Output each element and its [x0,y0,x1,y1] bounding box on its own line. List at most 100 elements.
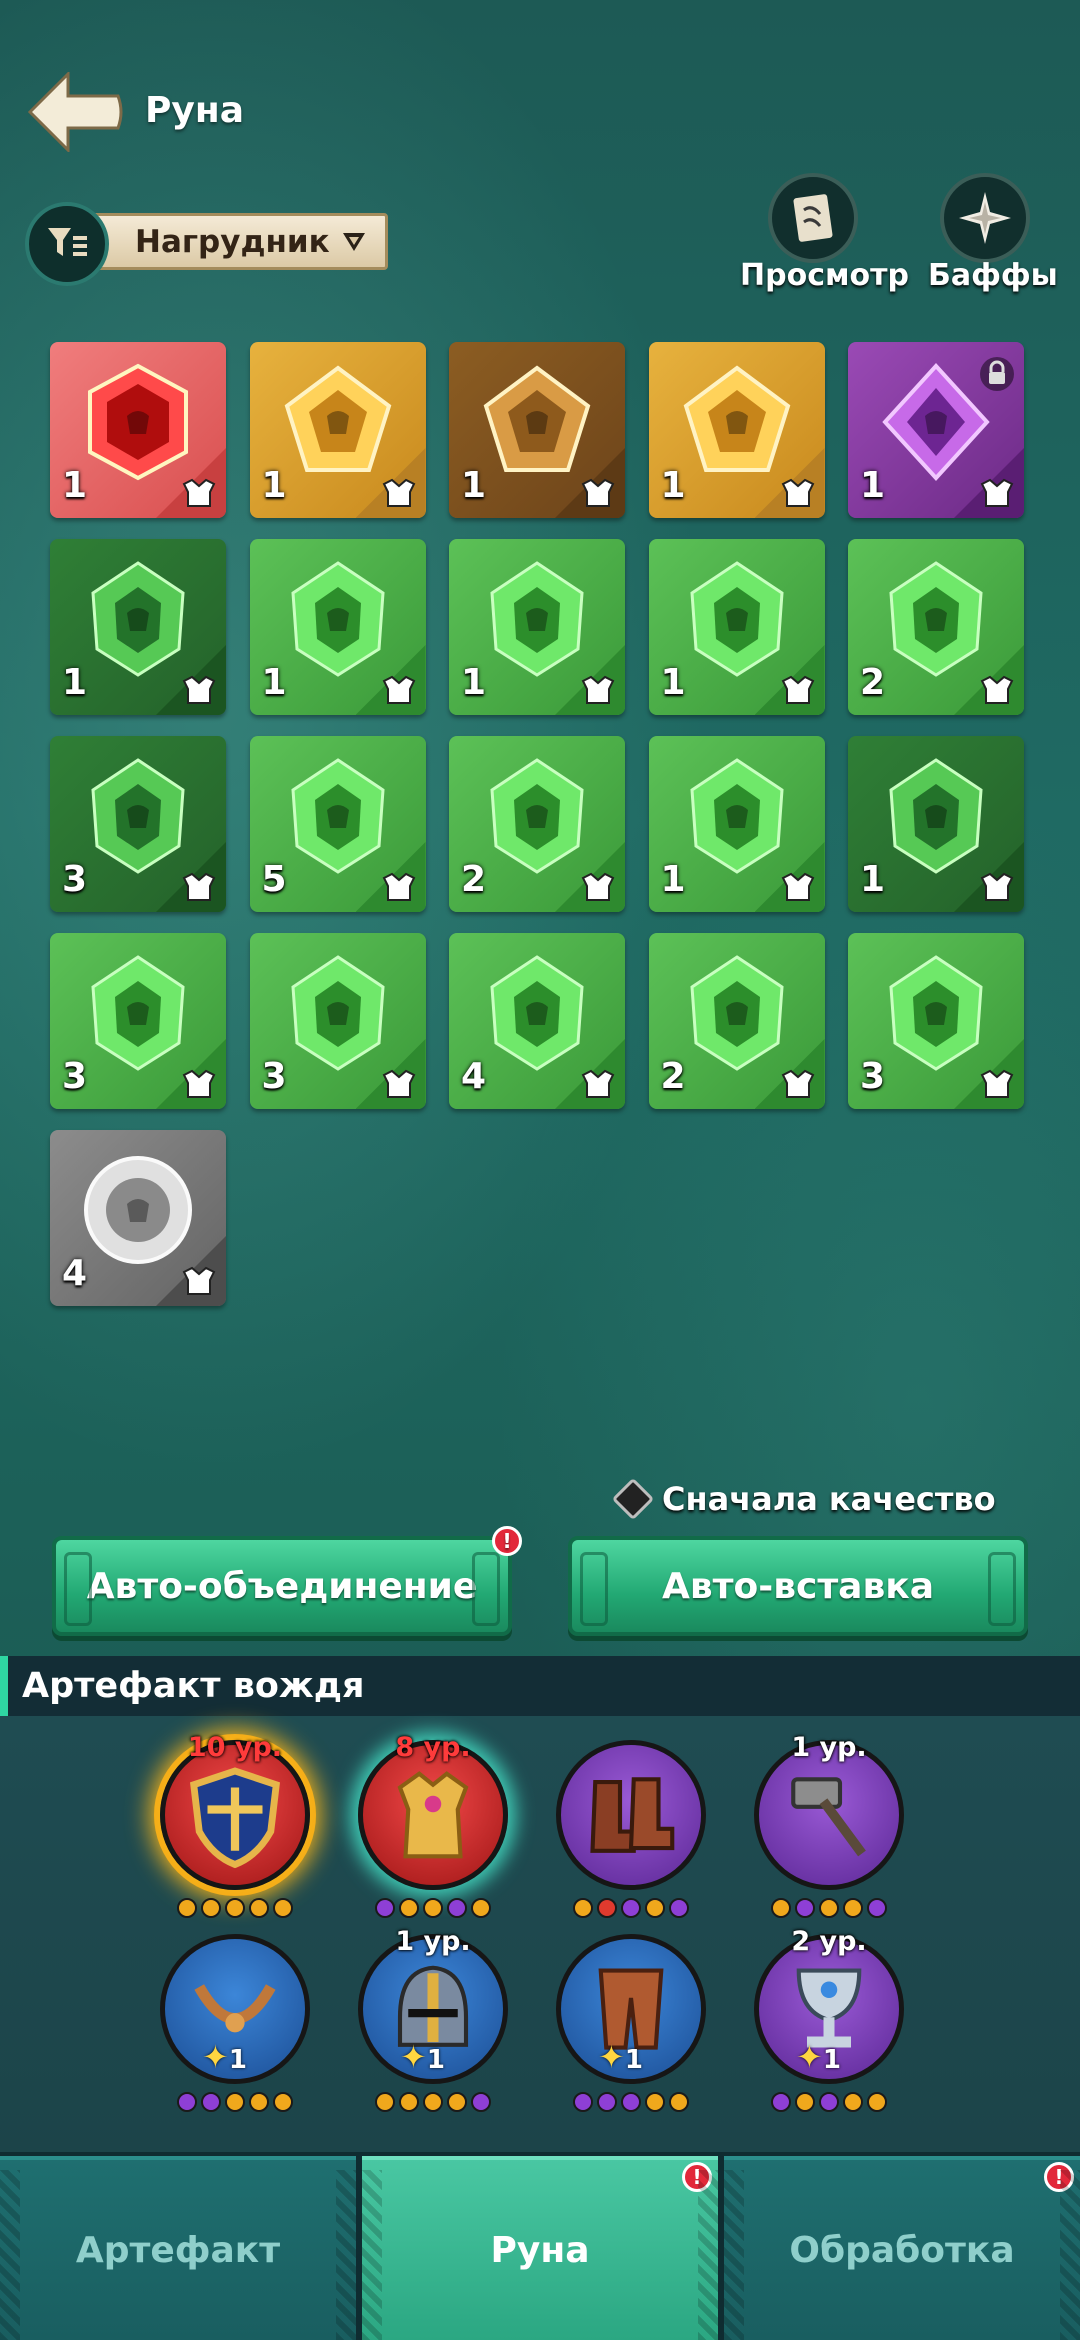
rune-slot[interactable]: 2 [449,736,625,912]
rune-slot[interactable]: 1 [648,342,825,518]
filter-icon[interactable] [25,202,109,286]
back-arrow-icon[interactable] [28,72,123,152]
chest-armor-icon [781,1069,814,1098]
rune-slot[interactable]: 3 [50,736,226,912]
chest-armor-icon [382,478,415,507]
rune-slot[interactable]: 1 [50,539,226,715]
rune-slot[interactable]: 1 [249,342,426,518]
chest-armor-icon [382,675,415,704]
rune-slot[interactable]: 1 [449,539,625,715]
star-icon: ✦ [796,2038,823,2076]
quality-dot [447,2092,467,2112]
scroll-card-icon [793,194,833,242]
rune-gem-icon [889,758,983,874]
rune-count: 1 [660,662,686,703]
rune-gem-icon [689,758,784,874]
chest-armor-icon [182,478,216,507]
rune-count: 2 [461,859,487,900]
quality-dot [471,1898,491,1918]
rune-gem-icon [689,955,784,1071]
quality-first-toggle[interactable]: Сначала качество [611,1477,996,1521]
rune-count: 3 [261,1056,287,1097]
rune-gem-icon [882,363,990,481]
rune-count: 1 [660,465,686,506]
quality-dot [177,1898,197,1918]
tab-label: Руна [490,2229,590,2271]
shield-artifact-icon [190,1767,280,1869]
quality-dot [669,2092,689,2112]
chest-armor-icon [382,872,415,901]
rune-gem-icon [490,955,584,1071]
auto-insert-label: Авто-вставка [662,1565,934,1607]
buffs-button[interactable] [940,173,1030,263]
rune-slot[interactable]: 1 [648,736,825,912]
quality-dot [375,1898,395,1918]
tab-rune[interactable]: Руна! [362,2156,718,2340]
star-count: ✦1 [202,2038,247,2076]
rune-slot[interactable]: 2 [848,539,1024,715]
rune-count: 1 [461,465,487,506]
rune-count: 1 [261,465,287,506]
rune-slot[interactable]: 3 [50,933,226,1109]
quality-dot [867,2092,887,2112]
rune-gem-icon [483,365,591,472]
quality-dot [795,2092,815,2112]
quality-dot [843,2092,863,2112]
rune-gem-icon [91,561,185,677]
rune-slot[interactable]: 3 [249,933,426,1109]
rune-slot[interactable]: 1 [848,342,1024,518]
rune-slot[interactable]: 1 [249,539,426,715]
chest-armor-icon [581,872,615,901]
boots-artifact-icon [590,1777,675,1853]
rune-gem-icon [91,955,185,1071]
quality-dot [573,1898,593,1918]
artifact-panel [0,1716,1080,2152]
quality-dot [573,2092,593,2112]
quality-dot [597,1898,617,1918]
star-count: ✦1 [400,2038,445,2076]
chest-armor-icon [980,1069,1014,1098]
tab-label: Обработка [789,2229,1015,2271]
quality-dot [795,1898,815,1918]
auto-merge-button[interactable]: Авто-объединение ! [52,1526,522,1636]
quality-first-label: Сначала качество [662,1480,996,1518]
rune-slot[interactable]: 1 [848,736,1024,912]
star-count: ✦1 [598,2038,643,2076]
quality-dot [645,2092,665,2112]
rune-slot[interactable]: 4 [449,933,625,1109]
checkbox-diamond-icon[interactable] [611,1477,655,1521]
quality-dots [358,1898,508,1918]
armor-artifact-icon [397,1771,469,1859]
auto-merge-label: Авто-объединение [86,1565,478,1607]
boots-artifact[interactable] [556,1740,706,1890]
quality-dot [399,2092,419,2112]
artifact-level: 1 ур. [395,1926,471,1957]
chest-armor-icon [182,1069,216,1098]
quality-dot [249,2092,269,2112]
tab-artifact[interactable]: Артефакт [0,2156,356,2340]
chest-armor-icon [182,675,216,704]
chevron-down-icon [343,233,365,251]
rune-gem-icon [490,561,584,677]
rune-slot[interactable]: 1 [50,342,226,518]
rune-slot[interactable]: 2 [648,933,825,1109]
rune-slot[interactable]: 1 [648,539,825,715]
hammer-artifact-icon [791,1777,866,1857]
alert-badge-icon: ! [492,1526,522,1556]
tab-label: Артефакт [75,2229,281,2271]
quality-dots [754,1898,904,1918]
quality-dots [160,1898,310,1918]
rune-slot[interactable]: 3 [848,933,1024,1109]
chest-armor-icon [980,872,1014,901]
quality-dot [177,2092,197,2112]
rune-slot[interactable]: 1 [449,342,625,518]
rune-count: 3 [860,1056,886,1097]
tab-processing[interactable]: Обработка! [724,2156,1080,2340]
slot-filter-dropdown[interactable]: Нагрудник [92,213,388,270]
rune-slot[interactable]: 4 [50,1130,226,1306]
view-button[interactable] [768,173,858,263]
quality-dot [621,1898,641,1918]
rune-count: 1 [461,662,487,703]
rune-slot[interactable]: 5 [249,736,426,912]
auto-insert-button[interactable]: Авто-вставка [568,1536,1028,1636]
